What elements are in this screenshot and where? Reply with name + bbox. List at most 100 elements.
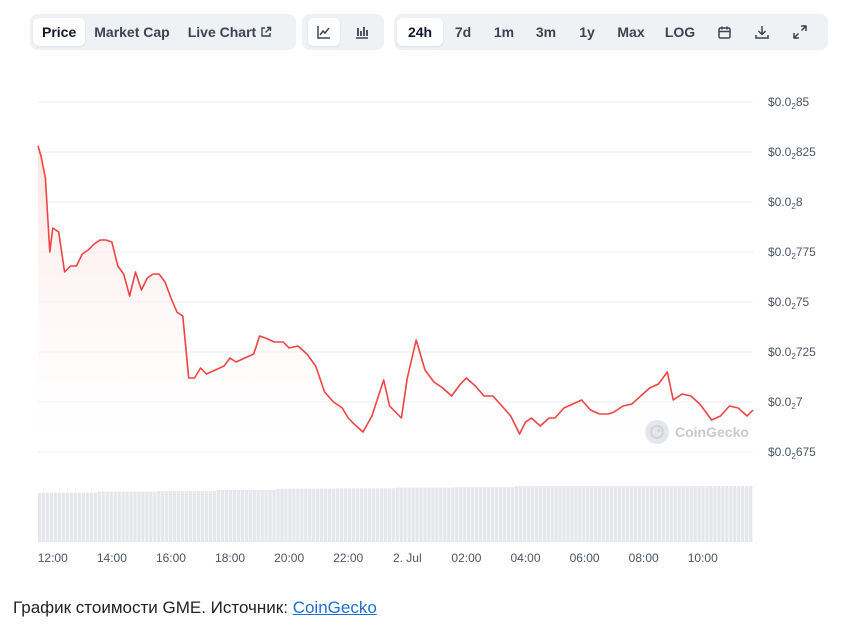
x-tick-label: 2. Jul — [393, 551, 422, 565]
volume-bar — [339, 488, 344, 542]
volume-bar — [224, 489, 229, 542]
volume-bar — [478, 487, 483, 542]
price-area-fill — [38, 146, 753, 452]
volume-bar — [379, 488, 383, 542]
volume-bar — [586, 486, 590, 542]
price-chart[interactable]: $0.0285 $0.02825 $0.028 $0.02775 $0.0275 $0.0… — [0, 0, 855, 580]
volume-bar — [399, 487, 403, 542]
volume-bar — [522, 486, 526, 542]
x-tick-label: 10:00 — [688, 551, 718, 565]
volume-bar — [566, 486, 570, 542]
volume-bar — [347, 488, 352, 542]
volume-bar — [534, 486, 538, 542]
volume-bar — [252, 489, 256, 542]
figure-caption: График стоимости GME. Источник: CoinGeck… — [13, 598, 377, 618]
volume-bar — [474, 487, 479, 542]
volume-bar — [304, 488, 308, 542]
volume-bar — [637, 486, 642, 542]
volume-bar — [129, 491, 133, 542]
volume-bar — [494, 487, 499, 542]
volume-bar — [725, 486, 729, 542]
volume-bar — [184, 491, 189, 542]
volume-bar — [570, 486, 574, 542]
volume-bar — [248, 489, 252, 542]
volume-bar — [153, 491, 157, 542]
volume-bar — [387, 488, 391, 542]
volume-bar — [451, 487, 455, 542]
volume-bar — [296, 488, 300, 542]
volume-bar — [431, 487, 435, 542]
volume-bar — [530, 486, 534, 542]
volume-bar — [657, 486, 662, 542]
volume-bar — [613, 486, 618, 542]
volume-bar — [200, 491, 205, 542]
volume-bar — [327, 488, 332, 542]
y-tick-label: $0.02675 — [768, 445, 816, 461]
volume-bar — [264, 489, 268, 542]
y-tick-label: $0.027 — [768, 395, 803, 411]
volume-bar — [73, 492, 78, 542]
volume-bar — [89, 492, 94, 542]
x-tick-label: 22:00 — [333, 551, 363, 565]
volume-bar — [419, 487, 423, 542]
volume-bar — [41, 492, 46, 542]
volume-bar — [447, 487, 451, 542]
volume-bar — [594, 486, 598, 542]
volume-bar — [653, 486, 658, 542]
x-tick-label: 18:00 — [215, 551, 245, 565]
volume-bar — [359, 488, 364, 542]
volume-bar — [629, 486, 634, 542]
volume-bar — [324, 488, 328, 542]
volume-bar — [554, 486, 558, 542]
coingecko-watermark: CoinGecko — [645, 420, 749, 444]
volume-bar — [125, 491, 129, 542]
volume-bar — [411, 487, 415, 542]
volume-bar — [741, 486, 745, 542]
volume-bar — [228, 489, 233, 542]
volume-bar — [351, 488, 356, 542]
volume-bar — [633, 486, 638, 542]
volume-bar — [371, 488, 376, 542]
volume-bar — [550, 486, 554, 542]
volume-bar — [443, 487, 447, 542]
y-tick-label: $0.0285 — [768, 95, 809, 111]
x-tick-label: 04:00 — [510, 551, 540, 565]
volume-bar — [169, 491, 173, 542]
volume-bar — [749, 486, 753, 542]
volume-bar — [192, 491, 197, 542]
x-tick-label: 12:00 — [38, 551, 68, 565]
volume-bar — [661, 486, 666, 542]
volume-bar — [606, 486, 610, 542]
volume-bar — [526, 486, 530, 542]
volume-bar — [355, 488, 360, 542]
volume-bar — [335, 488, 340, 542]
volume-bar — [705, 486, 709, 542]
volume-bar — [590, 486, 594, 542]
volume-bar — [685, 486, 689, 542]
volume-bar — [665, 486, 669, 542]
volume-bar — [498, 487, 503, 542]
volume-bar — [101, 491, 105, 542]
volume-bar — [546, 486, 550, 542]
x-tick-label: 16:00 — [156, 551, 186, 565]
volume-bar — [427, 487, 431, 542]
volume-bar — [562, 486, 566, 542]
x-tick-label: 02:00 — [451, 551, 481, 565]
coingecko-logo-icon — [645, 420, 669, 444]
y-tick-label: $0.02825 — [768, 145, 816, 161]
y-tick-label: $0.02725 — [768, 345, 816, 361]
volume-bar — [490, 487, 495, 542]
volume-bar — [165, 491, 169, 542]
y-tick-label: $0.028 — [768, 195, 803, 211]
volume-bar — [518, 486, 523, 542]
volume-bar — [268, 489, 272, 542]
volume-bar — [312, 488, 316, 542]
caption-source-link[interactable]: CoinGecko — [293, 598, 377, 617]
volume-bar — [621, 486, 626, 542]
volume-bar — [470, 487, 475, 542]
volume-bar — [673, 486, 677, 542]
volume-bar — [677, 486, 681, 542]
x-tick-label: 20:00 — [274, 551, 304, 565]
volume-bar — [196, 491, 201, 542]
volume-bar — [610, 486, 614, 542]
